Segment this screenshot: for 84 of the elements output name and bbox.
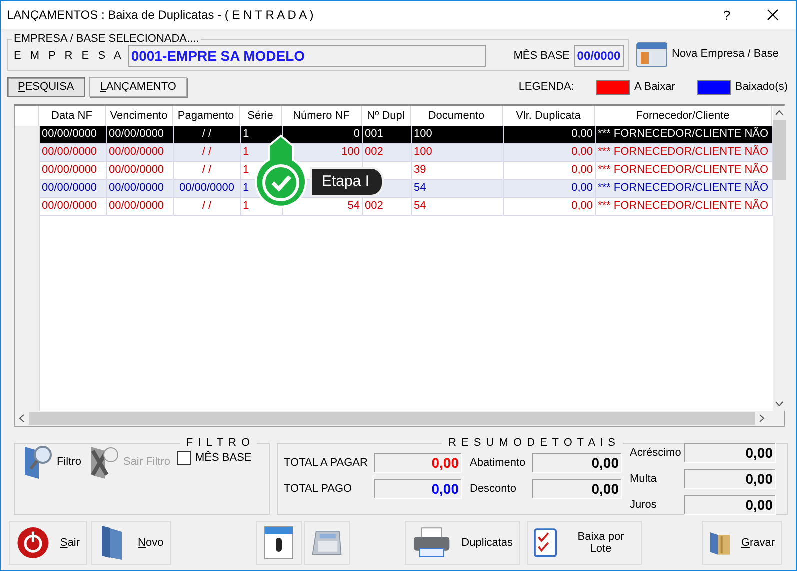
total-label: Multa [630,472,658,486]
table-cell: 100 [412,144,504,162]
company-field: 0001-EMPRE SA MODELO [128,44,486,66]
table-cell: 00/00/0000 [40,126,107,144]
table-cell: / / [174,198,241,216]
table-cell: 39 [412,162,504,180]
table-cell: 00/00/0000 [174,180,241,198]
month-label: MÊS BASE [514,50,570,62]
table-cell: 0,00 [504,162,596,180]
table-cell: *** FORNECEDOR/CLIENTE NÃO [596,180,773,198]
total-label: TOTAL PAGO [284,482,354,496]
table-cell: 0,00 [504,180,596,198]
table-cell: 0,00 [504,144,596,162]
check-pin-icon [253,134,309,210]
month-checkbox[interactable]: MÊS BASE [176,451,252,465]
legend-text: Baixado(s) [735,81,788,93]
table-cell: 00/00/0000 [40,162,107,180]
step-badge: Etapa I [310,167,384,197]
total-label: Abatimento [470,456,527,470]
company-label: E M P R E S A [14,50,124,62]
batch-button[interactable]: Baixa por Lote [527,521,642,565]
table-cell: 00/00/0000 [107,180,174,198]
calendar-icon [263,525,295,561]
table-cell: 001 [363,126,412,144]
tab[interactable]: LANÇAMENTO [89,77,188,97]
save-button[interactable]: Gravar [702,521,782,565]
close-icon [767,9,779,21]
group-title: F I L T R O [185,437,252,449]
legend-label: LEGENDA: [518,81,574,93]
total-label: Desconto [470,482,518,496]
table-cell: *** FORNECEDOR/CLIENTE NÃO [596,126,773,144]
table-cell: 0,00 [504,126,596,144]
group-title: R E S U M O D E T O T A I S [447,437,618,449]
new-button[interactable]: Novo [91,521,171,565]
table-cell: *** FORNECEDOR/CLIENTE NÃO [596,198,773,216]
horizontal-scrollbar[interactable] [15,411,784,426]
exit-button[interactable]: Sair [9,521,87,565]
table-cell: *** FORNECEDOR/CLIENTE NÃO [596,162,773,180]
filter-button[interactable]: Filtro [21,443,82,481]
window-title: LANÇAMENTOS : Baixa de Duplicatas - ( E N T R A D A ) [7,8,315,22]
table-row[interactable]: 00/00/0000 00/00/0000 / / 1 0 001 100 0,00 *** FORNECEDOR/CLIENTE NÃO [15,126,773,144]
tab[interactable]: PESQUISA [7,77,86,97]
table-cell: / / [174,162,241,180]
total-field: 0,00 [684,469,776,489]
table-cell: 100 [412,126,504,144]
table-cell: 54 [412,180,504,198]
total-field: 0,00 [374,453,462,473]
total-field: 0,00 [684,443,776,463]
table-cell: 0,00 [504,198,596,216]
total-field: 0,00 [532,453,622,473]
total-field: 0,00 [684,495,776,515]
total-label: TOTAL A PAGAR [284,456,369,470]
table-cell: 0 [283,126,363,144]
table-cell: 00/00/0000 [40,144,107,162]
table-cell: 00/00/0000 [40,198,107,216]
change-company-button[interactable]: Nova Empresa / Base [635,39,779,69]
print-button[interactable]: Duplicatas [405,521,520,565]
table-cell: 002 [363,144,412,162]
table-row[interactable]: 00/00/0000 00/00/0000 / / 1 54 002 54 0,00 *** FORNECEDOR/CLIENTE NÃO [15,198,773,216]
table-cell: 002 [363,198,412,216]
total-field: 0,00 [532,479,622,499]
month-field: 00/0000 [574,44,624,66]
calendar-button[interactable] [256,521,302,565]
table-row[interactable]: 00/00/0000 00/00/0000 / / 1 100 002 100 0,00 *** FORNECEDOR/CLIENTE NÃO [15,144,773,162]
table-cell: / / [174,144,241,162]
table-cell: 00/00/0000 [40,180,107,198]
table-cell: *** FORNECEDOR/CLIENTE NÃO [596,144,773,162]
group-title: EMPRESA / BASE SELECIONADA.... [13,33,200,45]
legend-text: A Baixar [634,81,676,93]
printer-icon [412,526,452,560]
scrollbar-thumb[interactable] [773,120,786,180]
table-cell: 00/00/0000 [107,198,174,216]
table-cell: 00/00/0000 [107,144,174,162]
help-button[interactable]: ? [704,1,750,29]
table-cell: 1 [241,126,283,144]
checklist-icon [534,528,557,558]
scrollbar-thumb[interactable] [28,412,756,425]
table-cell: 00/00/0000 [107,126,174,144]
table-cell: 00/00/0000 [107,162,174,180]
total-field: 0,00 [374,479,462,499]
total-label: Juros [630,498,658,512]
table-cell: / / [174,126,241,144]
table-cell: 54 [412,198,504,216]
total-label: Acréscimo [630,446,680,460]
